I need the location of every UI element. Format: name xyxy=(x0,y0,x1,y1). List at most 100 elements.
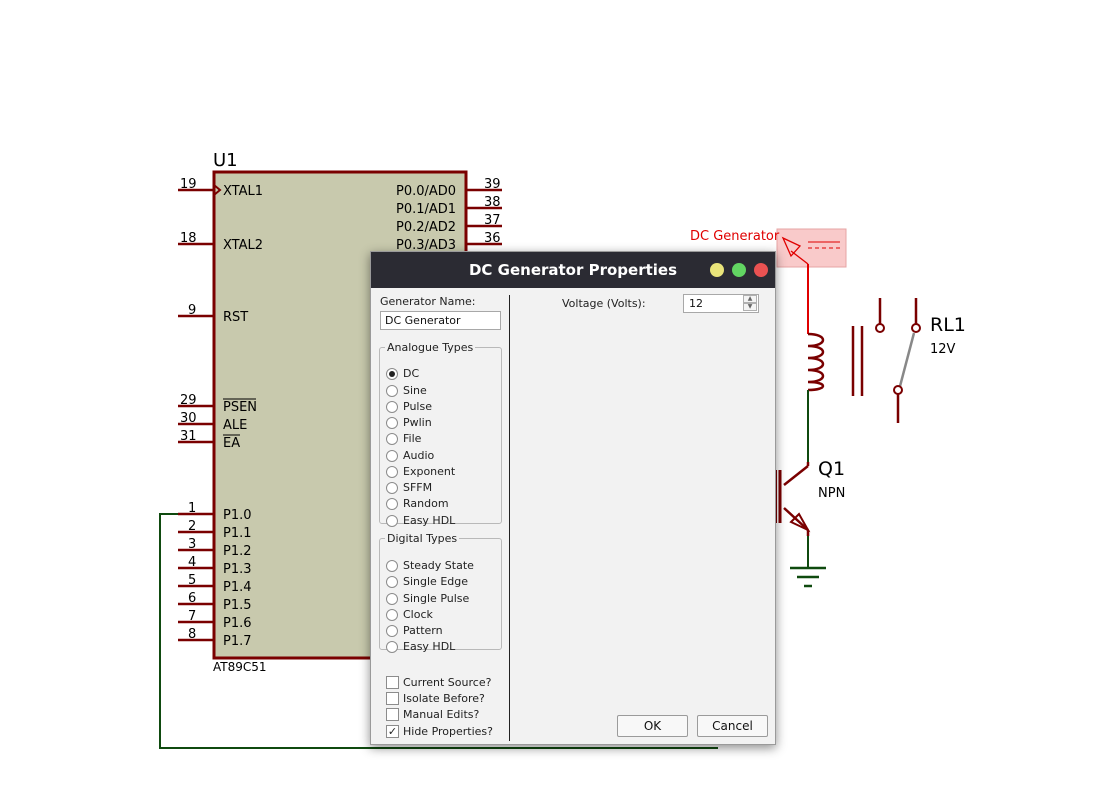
radio-label: Steady State xyxy=(403,559,474,572)
ground-icon[interactable] xyxy=(790,566,826,588)
pin-number: 36 xyxy=(484,231,501,246)
radio-button[interactable] xyxy=(386,593,398,605)
pin-name: P1.4 xyxy=(223,580,252,595)
checkbox-label: Hide Properties? xyxy=(403,725,494,738)
transistor-emitter xyxy=(783,507,809,531)
relay-switch-arm xyxy=(897,332,916,391)
checkbox-label: Isolate Before? xyxy=(403,692,485,705)
radio-label: Exponent xyxy=(403,465,456,478)
pin-number: 1 xyxy=(188,501,196,516)
radio-button[interactable] xyxy=(386,401,398,413)
digital-types-label: Digital Types xyxy=(387,532,458,545)
panel-divider xyxy=(509,295,510,741)
radio-label: Single Pulse xyxy=(403,592,470,605)
radio-button[interactable] xyxy=(386,515,398,527)
radio-button[interactable] xyxy=(386,433,398,445)
radio-button[interactable] xyxy=(386,609,398,621)
relay-coil xyxy=(807,332,825,392)
spin-down-icon[interactable]: ▼ xyxy=(743,303,757,311)
pin-number: 2 xyxy=(188,519,196,534)
checkbox-checked[interactable]: ✓ xyxy=(386,725,399,738)
voltage-label: Voltage (Volts): xyxy=(562,297,646,310)
generator-name-label: Generator Name: xyxy=(380,295,476,308)
pin-name: P1.1 xyxy=(223,526,252,541)
radio-button[interactable] xyxy=(386,641,398,653)
voltage-value[interactable]: 12 xyxy=(689,297,703,310)
pin-name: P1.7 xyxy=(223,634,252,649)
checkbox[interactable] xyxy=(386,692,399,705)
transistor-reference: Q1 xyxy=(818,458,845,480)
pin-number: 9 xyxy=(188,303,196,318)
pin-number: 31 xyxy=(180,429,197,444)
pin-number: 3 xyxy=(188,537,196,552)
pin-name: XTAL2 xyxy=(223,238,263,253)
generator-name-input[interactable] xyxy=(380,311,501,330)
relay-common xyxy=(893,385,903,395)
radio-button[interactable] xyxy=(386,368,398,380)
pin-number: 5 xyxy=(188,573,196,588)
spin-up-icon[interactable]: ▲ xyxy=(743,295,757,303)
checkbox[interactable] xyxy=(386,708,399,721)
radio-label: Single Edge xyxy=(403,575,468,588)
radio-label: Pulse xyxy=(403,400,432,413)
transistor-q1[interactable] xyxy=(775,462,811,536)
radio-label: Easy HDL xyxy=(403,640,456,653)
relay-contact-nc xyxy=(875,323,885,333)
radio-label: Easy HDL xyxy=(403,514,456,527)
radio-button[interactable] xyxy=(386,576,398,588)
radio-label: Audio xyxy=(403,449,435,462)
radio-button[interactable] xyxy=(386,417,398,429)
pin-name: P1.3 xyxy=(223,562,252,577)
checkbox[interactable] xyxy=(386,676,399,689)
radio-button[interactable] xyxy=(386,466,398,478)
radio-label: DC xyxy=(403,367,420,380)
digital-types-group: Digital Types Steady State Single Edge S… xyxy=(379,532,502,653)
pin-name: XTAL1 xyxy=(223,184,263,199)
checkbox-label: Manual Edits? xyxy=(403,708,480,721)
radio-label: Clock xyxy=(403,608,433,621)
generator-label: DC Generator xyxy=(690,229,780,244)
u1-right-pins: 39 P0.0/AD0 38 P0.1/AD1 37 P0.2/AD2 36 P… xyxy=(396,177,502,253)
u1-reference: U1 xyxy=(213,150,238,171)
radio-button[interactable] xyxy=(386,385,398,397)
voltage-spinbox[interactable]: 12 ▲ ▼ xyxy=(683,294,759,313)
radio-button[interactable] xyxy=(386,450,398,462)
pin-number: 8 xyxy=(188,627,196,642)
close-button[interactable] xyxy=(754,263,768,277)
pin-name: PSEN xyxy=(223,400,257,415)
u1-part-name: AT89C51 xyxy=(213,660,267,674)
pin-name: P1.5 xyxy=(223,598,252,613)
pin-name: RST xyxy=(223,310,248,325)
analogue-types-group: Analogue Types DC Sine Pulse Pwlin File … xyxy=(379,341,502,527)
ok-button[interactable]: OK xyxy=(617,715,688,737)
transistor-type: NPN xyxy=(818,486,845,501)
maximize-button[interactable] xyxy=(732,263,746,277)
pin-name: EA xyxy=(223,436,240,451)
radio-label: Random xyxy=(403,497,449,510)
pin-number: 19 xyxy=(180,177,197,192)
radio-label: Pwlin xyxy=(403,416,432,429)
minimize-button[interactable] xyxy=(710,263,724,277)
transistor-collector xyxy=(783,465,809,486)
radio-label: File xyxy=(403,432,422,445)
pin-number: 38 xyxy=(484,195,501,210)
pin-number: 39 xyxy=(484,177,501,192)
relay-rl1[interactable] xyxy=(807,298,921,423)
dc-generator[interactable] xyxy=(776,228,847,268)
radio-button[interactable] xyxy=(386,560,398,572)
radio-button[interactable] xyxy=(386,482,398,494)
relay-contact-no xyxy=(911,323,921,333)
pin-number: 7 xyxy=(188,609,196,624)
pin-number: 37 xyxy=(484,213,501,228)
dialog-titlebar[interactable]: DC Generator Properties xyxy=(371,252,775,288)
cancel-button[interactable]: Cancel xyxy=(697,715,768,737)
checkbox-label: Current Source? xyxy=(403,676,492,689)
relay-value: 12V xyxy=(930,342,956,357)
pin-name: P0.0/AD0 xyxy=(396,184,456,199)
pin-name: P1.0 xyxy=(223,508,252,523)
pin-number: 6 xyxy=(188,591,196,606)
radio-button[interactable] xyxy=(386,625,398,637)
radio-button[interactable] xyxy=(386,498,398,510)
pin-name: P0.2/AD2 xyxy=(396,220,456,235)
pin-name: ALE xyxy=(223,418,247,433)
